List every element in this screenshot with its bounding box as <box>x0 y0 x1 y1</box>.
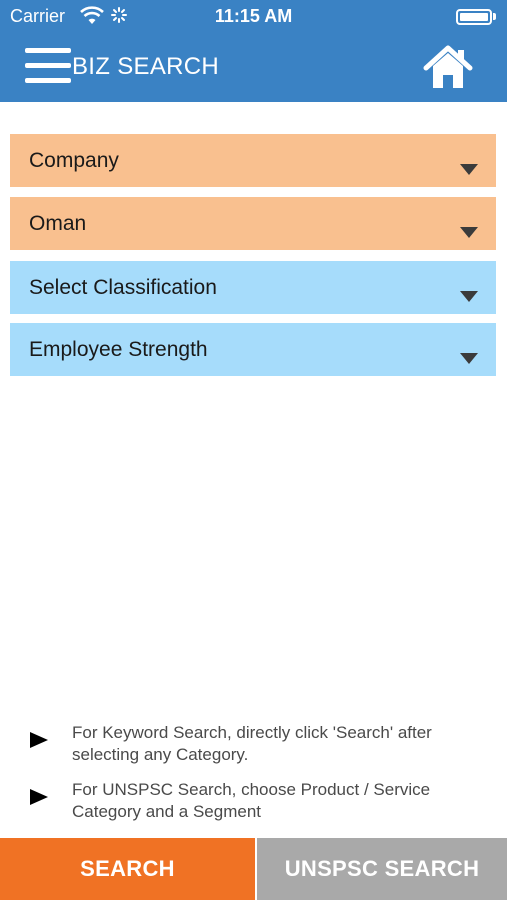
caret-down-icon <box>460 353 478 364</box>
battery-tip <box>493 13 496 20</box>
dropdown-label: Company <box>29 149 119 172</box>
unspsc-search-button[interactable]: UNSPSC SEARCH <box>257 838 507 900</box>
home-icon[interactable] <box>422 44 474 90</box>
hamburger-menu-icon[interactable] <box>25 46 71 86</box>
arrow-right-icon <box>30 789 48 805</box>
status-time: 11:15 AM <box>214 6 293 26</box>
country-dropdown[interactable]: Oman <box>10 197 496 250</box>
status-bar: Carrier 11:15 AM <box>0 0 507 34</box>
employee-strength-dropdown[interactable]: Employee Strength <box>10 323 496 376</box>
caret-down-icon <box>460 164 478 175</box>
app-header: Carrier 11:15 AM BIZ SEARCH <box>0 0 507 102</box>
hint-text: For UNSPSC Search, choose Product / Serv… <box>72 780 431 821</box>
dropdown-label: Oman <box>29 212 87 235</box>
company-type-dropdown[interactable]: Company <box>10 134 496 187</box>
caret-down-icon <box>460 227 478 238</box>
hint-text: For Keyword Search, directly click 'Sear… <box>72 723 432 764</box>
dropdown-label: Select Classification <box>29 276 217 299</box>
search-button[interactable]: SEARCH <box>0 838 255 900</box>
dropdown-label: Employee Strength <box>29 338 208 361</box>
caret-down-icon <box>460 291 478 302</box>
page-title: BIZ SEARCH <box>72 53 220 80</box>
battery-icon <box>456 9 492 25</box>
classification-dropdown[interactable]: Select Classification <box>10 261 496 314</box>
arrow-right-icon <box>30 732 48 748</box>
